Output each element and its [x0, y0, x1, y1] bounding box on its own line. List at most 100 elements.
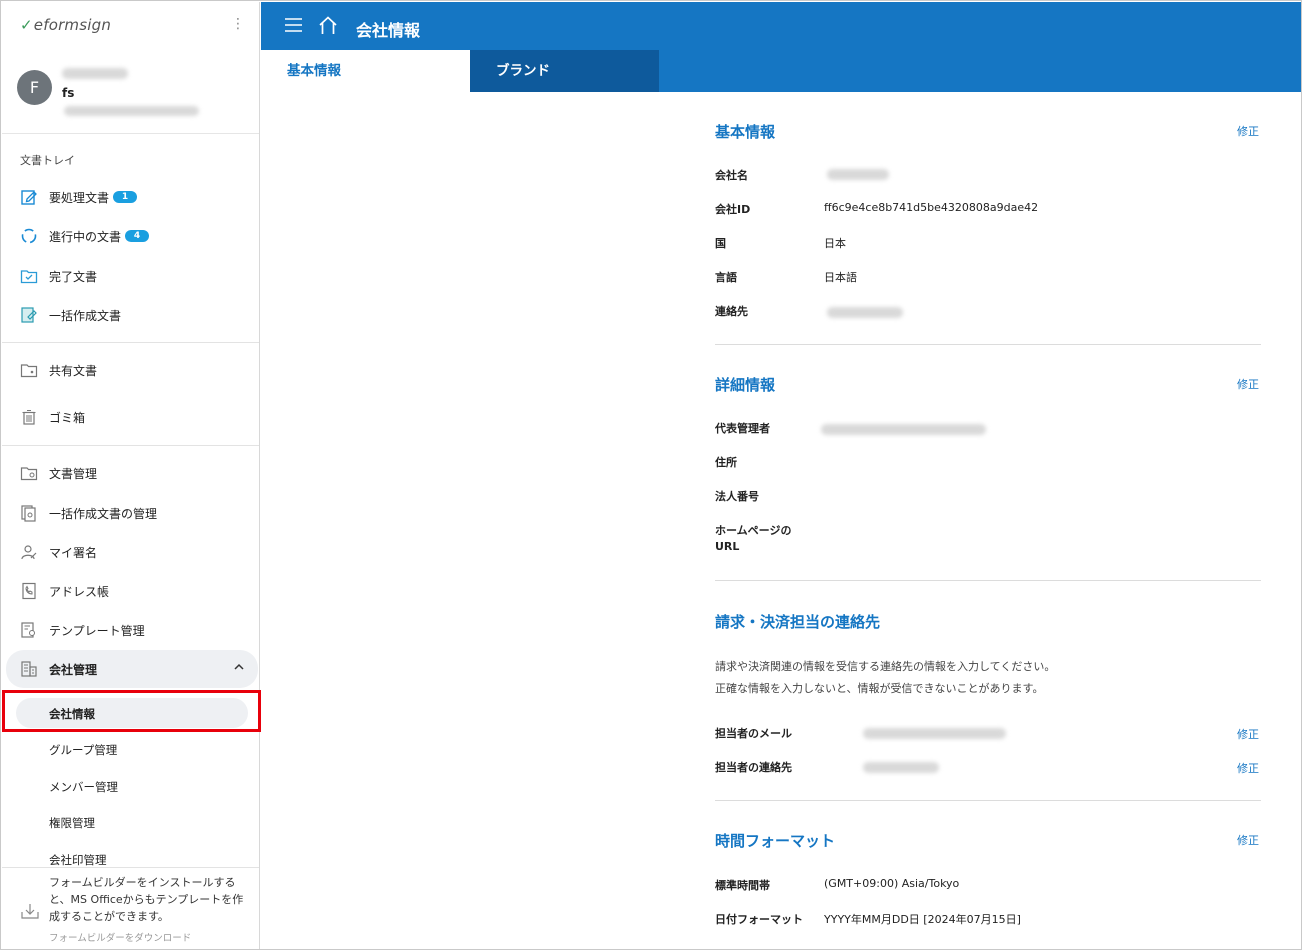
hamburger-menu-icon[interactable]: [285, 18, 302, 32]
section-title-time-format: 時間フォーマット: [715, 832, 836, 850]
homepage-url-label-line1: ホームページの: [715, 524, 792, 537]
tab-bar: 基本情報 ブランド: [261, 50, 1301, 92]
sidebar-item-my-signature[interactable]: マイ署名: [20, 541, 97, 563]
timezone-value: (GMT+09:00) Asia/Tokyo: [824, 877, 960, 890]
edit-time-format-link[interactable]: 修正: [1237, 832, 1259, 848]
form-builder-promo: フォームビルダーをインストールすると、MS Officeからもテンプレートを作成…: [2, 867, 259, 949]
sidebar-item-label: マイ署名: [49, 545, 98, 560]
contact-label: 連絡先: [715, 305, 748, 318]
address-label: 住所: [715, 456, 737, 469]
country-label: 国: [715, 237, 726, 250]
template-gear-icon: [21, 622, 35, 638]
edit-detail-info-link[interactable]: 修正: [1237, 376, 1259, 392]
corp-number-label: 法人番号: [715, 490, 759, 503]
progress-cycle-icon: [21, 228, 37, 244]
download-form-builder-link[interactable]: フォームビルダーをダウンロード: [49, 930, 191, 944]
company-id-value: ff6c9e4ce8b741d5be4320808a9dae42: [824, 201, 1039, 214]
company-id-label: 会社ID: [715, 203, 751, 216]
edit-billing-phone-link[interactable]: 修正: [1237, 760, 1259, 776]
sidebar-item-doc-management[interactable]: 文書管理: [20, 462, 97, 484]
company-name-value-blurred: [827, 169, 889, 180]
sidebar-item-label: 共有文書: [49, 363, 98, 378]
divider: [715, 344, 1261, 345]
address-book-icon: [22, 582, 36, 600]
company-name-label: 会社名: [715, 169, 748, 182]
sidebar-item-label: 一括作成文書の管理: [49, 506, 158, 521]
billing-email-value-blurred: [863, 728, 1006, 739]
billing-description-line1: 請求や決済関連の情報を受信する連絡先の情報を入力してください。: [715, 660, 1056, 673]
divider: [2, 445, 259, 446]
sidebar-item-label: ゴミ箱: [49, 410, 86, 425]
section-title-billing-contact: 請求・決済担当の連絡先: [715, 613, 881, 631]
sidebar-sub-item-permission-management[interactable]: 権限管理: [49, 815, 95, 831]
billing-description-line2: 正確な情報を入力しないと、情報が受信できないことがあります。: [715, 682, 1044, 695]
sidebar-item-label: アドレス帳: [49, 584, 110, 599]
sidebar-item-completed[interactable]: 完了文書: [20, 265, 97, 287]
sidebar-item-company-management[interactable]: 会社管理: [20, 658, 97, 680]
count-badge: 4: [125, 230, 150, 242]
sidebar-item-shared[interactable]: 共有文書: [20, 359, 97, 381]
sidebar-item-trash[interactable]: ゴミ箱: [20, 406, 85, 428]
sidebar-item-template-management[interactable]: テンプレート管理: [20, 619, 145, 641]
date-format-label: 日付フォーマット: [715, 913, 803, 926]
shared-folder-icon: [20, 364, 38, 378]
divider: [2, 342, 259, 343]
date-format-value: YYYY年MM月DD日 [2024年07月15日]: [824, 913, 1021, 926]
bulk-doc-icon: [21, 307, 37, 323]
download-icon: [21, 904, 39, 919]
sidebar-item-label: 進行中の文書: [49, 229, 122, 244]
edit-doc-icon: [21, 190, 37, 205]
logo-row: ✓eformsign ⋮: [2, 2, 259, 48]
page-title: 会社情報: [356, 21, 421, 40]
billing-phone-value-blurred: [863, 762, 939, 773]
section-title-basic-info: 基本情報: [715, 123, 776, 141]
tab-basic-info[interactable]: 基本情報: [261, 50, 470, 92]
sidebar-item-label: 完了文書: [49, 269, 98, 284]
sidebar-item-label: 会社管理: [49, 662, 98, 677]
sidebar-item-label: 文書管理: [49, 466, 98, 481]
user-signature-icon: [21, 545, 37, 560]
sidebar-item-label: 一括作成文書: [49, 308, 122, 323]
admin-value-blurred: [821, 424, 986, 435]
language-label: 言語: [715, 271, 737, 284]
edit-billing-email-link[interactable]: 修正: [1237, 726, 1259, 742]
trash-icon: [22, 410, 36, 425]
section-title-detail-info: 詳細情報: [715, 376, 776, 394]
homepage-url-label-line2: URL: [715, 540, 740, 553]
folder-check-icon: [20, 270, 38, 284]
more-options-icon[interactable]: ⋮: [231, 16, 245, 32]
billing-phone-label: 担当者の連絡先: [715, 761, 792, 774]
tab-brand[interactable]: ブランド: [470, 50, 659, 92]
divider: [715, 800, 1261, 801]
country-value: 日本: [824, 237, 846, 250]
sidebar-sub-item-group-management[interactable]: グループ管理: [49, 742, 117, 758]
eformsign-logo[interactable]: ✓eformsign: [20, 16, 111, 34]
timezone-label: 標準時間帯: [715, 879, 770, 892]
sidebar-sub-item-seal-management[interactable]: 会社印管理: [49, 852, 107, 868]
sidebar-item-label: 要処理文書: [49, 190, 110, 205]
home-icon[interactable]: [318, 16, 338, 35]
sidebar-item-bulk-management[interactable]: 一括作成文書の管理: [20, 502, 157, 524]
sidebar-item-action-required[interactable]: 要処理文書 1: [20, 186, 138, 208]
chevron-up-icon[interactable]: [234, 662, 244, 672]
sidebar-sub-item-member-management[interactable]: メンバー管理: [49, 779, 118, 795]
sidebar: ✓eformsign ⋮ F fs 文書トレイ 要処理文書 1 進行中の文書 4…: [2, 2, 260, 949]
sidebar-item-address-book[interactable]: アドレス帳: [20, 580, 109, 602]
building-icon: [21, 661, 37, 677]
profile-short-name: fs: [62, 86, 75, 100]
billing-email-label: 担当者のメール: [715, 727, 792, 740]
folder-gear-icon: [20, 467, 38, 481]
sidebar-item-in-progress[interactable]: 進行中の文書 4: [20, 225, 150, 247]
profile-email-blurred: [64, 106, 199, 116]
sidebar-item-bulk-docs[interactable]: 一括作成文書: [20, 304, 121, 326]
leaf-icon: ✓: [20, 16, 33, 34]
admin-label: 代表管理者: [715, 422, 770, 435]
divider: [715, 580, 1261, 581]
app-window: ✓eformsign ⋮ F fs 文書トレイ 要処理文書 1 進行中の文書 4…: [0, 0, 1302, 950]
contact-value-blurred: [827, 307, 903, 318]
edit-basic-info-link[interactable]: 修正: [1237, 123, 1259, 139]
profile-block[interactable]: F: [2, 48, 259, 134]
highlight-box: [2, 690, 261, 732]
sidebar-item-label: テンプレート管理: [49, 623, 145, 638]
docs-gear-icon: [21, 505, 36, 522]
